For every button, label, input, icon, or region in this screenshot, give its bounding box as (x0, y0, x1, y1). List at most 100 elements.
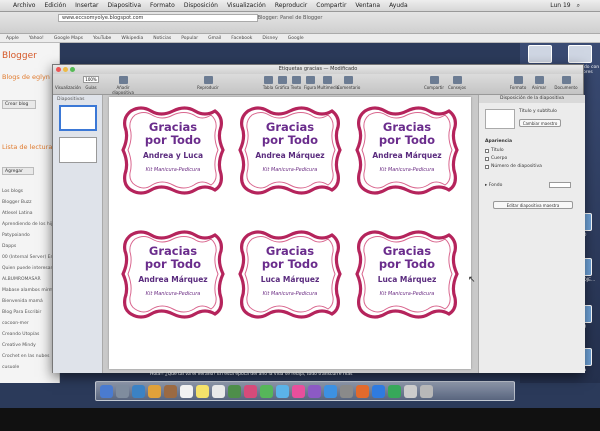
text-button[interactable]: Texto (289, 76, 303, 90)
edit-master-button[interactable]: Editar diapositiva maestra (493, 201, 573, 209)
list-item[interactable]: ALBUMROMASAR (2, 274, 58, 285)
facetime-icon[interactable] (276, 384, 289, 398)
ibooks-icon[interactable] (308, 384, 321, 398)
zoom-select[interactable]: 100% (83, 76, 99, 83)
search-icon[interactable]: ⌕ (577, 2, 580, 10)
calendar-icon[interactable] (180, 384, 193, 398)
slide-thumbnail[interactable] (59, 137, 97, 163)
table-button[interactable]: Tabla (261, 76, 275, 90)
slide-number-checkbox[interactable]: Número de diapositiva (485, 164, 542, 169)
finder-icon[interactable] (100, 384, 113, 398)
shape-button[interactable]: Figura (303, 76, 317, 90)
messages-icon[interactable] (260, 384, 273, 398)
chart-button[interactable]: Gráfica (275, 76, 289, 90)
menu-formato[interactable]: Formato (150, 2, 175, 9)
blog-title[interactable]: Blogs de eglyn (2, 73, 50, 81)
menu-edicion[interactable]: Edición (44, 2, 66, 9)
minimize-icon[interactable] (63, 67, 68, 72)
menu-compartir[interactable]: Compartir (316, 2, 346, 9)
bookmark[interactable]: Popular (181, 36, 198, 41)
reminders-icon[interactable] (212, 384, 225, 398)
chrome-icon[interactable] (148, 384, 161, 398)
list-item[interactable]: Los blogs (2, 186, 58, 197)
list-item[interactable]: cusuole (2, 362, 58, 373)
background-color-well[interactable] (549, 182, 571, 188)
blogger-logo[interactable]: Blogger (2, 51, 37, 61)
share-button[interactable]: Compartir (423, 76, 445, 90)
document-button[interactable]: Documento (551, 76, 581, 90)
bookmark[interactable]: Google (288, 36, 304, 41)
zoom-icon[interactable] (70, 67, 75, 72)
downloads-icon[interactable] (404, 384, 417, 398)
menu-archivo[interactable]: Archivo (13, 2, 35, 9)
maps-icon[interactable] (228, 384, 241, 398)
add-slide-button[interactable]: Añadir diapositiva (108, 76, 138, 95)
safari-icon[interactable] (132, 384, 145, 398)
thank-you-label[interactable]: Gracias por Todo Luca Márquez Kit Manicur… (234, 227, 346, 322)
list-item[interactable]: Quien puede interesar (2, 263, 58, 274)
list-item[interactable]: Atlesel Latina (2, 208, 58, 219)
list-item[interactable]: Creative Mindy (2, 340, 58, 351)
list-item[interactable]: cocoon-mer (2, 318, 58, 329)
create-blog-button[interactable]: Crear blog (2, 100, 36, 109)
browser-tab[interactable]: Blogger: Panel de Blogger (215, 15, 365, 25)
guides-button[interactable]: Guías (76, 85, 106, 90)
launchpad-icon[interactable] (116, 384, 129, 398)
clock[interactable]: Lun 19 (550, 2, 570, 10)
pages-icon[interactable] (356, 384, 369, 398)
slide[interactable]: Gracias por Todo Andrea y Luca Kit Manicu… (109, 97, 471, 369)
thank-you-label[interactable]: Gracias por Todo Andrea Márquez Kit Manic… (234, 103, 346, 198)
keynote-icon[interactable] (372, 384, 385, 398)
list-item[interactable]: Blog Para Escribir (2, 307, 58, 318)
menu-visualizacion[interactable]: Visualización (227, 2, 266, 9)
menu-insertar[interactable]: Insertar (75, 2, 98, 9)
tips-button[interactable]: Consejos (447, 76, 467, 90)
list-item[interactable]: Blogger Buzz (2, 197, 58, 208)
system-preferences-icon[interactable] (340, 384, 353, 398)
bookmark[interactable]: Noticias (153, 36, 171, 41)
app-store-icon[interactable] (324, 384, 337, 398)
menu-reproducir[interactable]: Reproducir (275, 2, 307, 9)
comment-button[interactable]: Comentario (337, 76, 360, 90)
bookmark[interactable]: Disney (262, 36, 277, 41)
add-button[interactable]: Agregar (2, 167, 34, 175)
bookmark[interactable]: Google Maps (54, 36, 83, 41)
thank-you-label[interactable]: Gracias por Todo Luca Márquez Kit Manicur… (351, 227, 463, 322)
thank-you-label[interactable]: Gracias por Todo Andrea Márquez Kit Manic… (351, 103, 463, 198)
list-item[interactable]: Aprendiendo de los hijos (2, 219, 58, 230)
bookmark[interactable]: Wikipedia (121, 36, 143, 41)
bookmark[interactable]: Apple (6, 36, 19, 41)
window-titlebar[interactable]: Etiquetas gracias — Modificado (53, 65, 583, 74)
menu-diapositiva[interactable]: Diapositiva (108, 2, 141, 9)
bookmark[interactable]: Yahoo! (29, 36, 44, 41)
trash-icon[interactable] (420, 384, 433, 398)
list-item[interactable]: Dapps (2, 241, 58, 252)
list-item[interactable]: Bienvenida mamá (2, 296, 58, 307)
bookmark[interactable]: Facebook (231, 36, 252, 41)
photos-icon[interactable] (244, 384, 257, 398)
change-master-button[interactable]: Cambiar maestro (519, 119, 561, 127)
list-item[interactable]: Creando Utopías (2, 329, 58, 340)
numbers-icon[interactable] (388, 384, 401, 398)
title-checkbox[interactable]: Título (485, 148, 504, 153)
contacts-icon[interactable] (164, 384, 177, 398)
list-item[interactable]: Mabase alambos mirma (2, 285, 58, 296)
notes-icon[interactable] (196, 384, 209, 398)
play-button[interactable]: Reproducir (193, 76, 223, 90)
slide-thumbnail[interactable] (59, 105, 97, 131)
list-item[interactable]: Crochet en las nubes (2, 351, 58, 362)
thank-you-label[interactable]: Gracias por Todo Andrea Márquez Kit Manic… (117, 227, 229, 322)
bookmark[interactable]: Gmail (208, 36, 221, 41)
itunes-icon[interactable] (292, 384, 305, 398)
format-button[interactable]: Formato (508, 76, 528, 90)
close-icon[interactable] (56, 67, 61, 72)
animate-button[interactable]: Animar (529, 76, 549, 90)
list-item[interactable]: 00 (Internal Server) Err... (2, 252, 58, 263)
menu-ayuda[interactable]: Ayuda (389, 2, 408, 9)
master-preview[interactable] (485, 109, 515, 129)
menu-ventana[interactable]: Ventana (355, 2, 380, 9)
media-button[interactable]: Multimedia (317, 76, 339, 90)
bookmark[interactable]: YouTube (93, 36, 111, 41)
list-item[interactable]: Patypoiando (2, 230, 58, 241)
thank-you-label[interactable]: Gracias por Todo Andrea y Luca Kit Manicu… (117, 103, 229, 198)
